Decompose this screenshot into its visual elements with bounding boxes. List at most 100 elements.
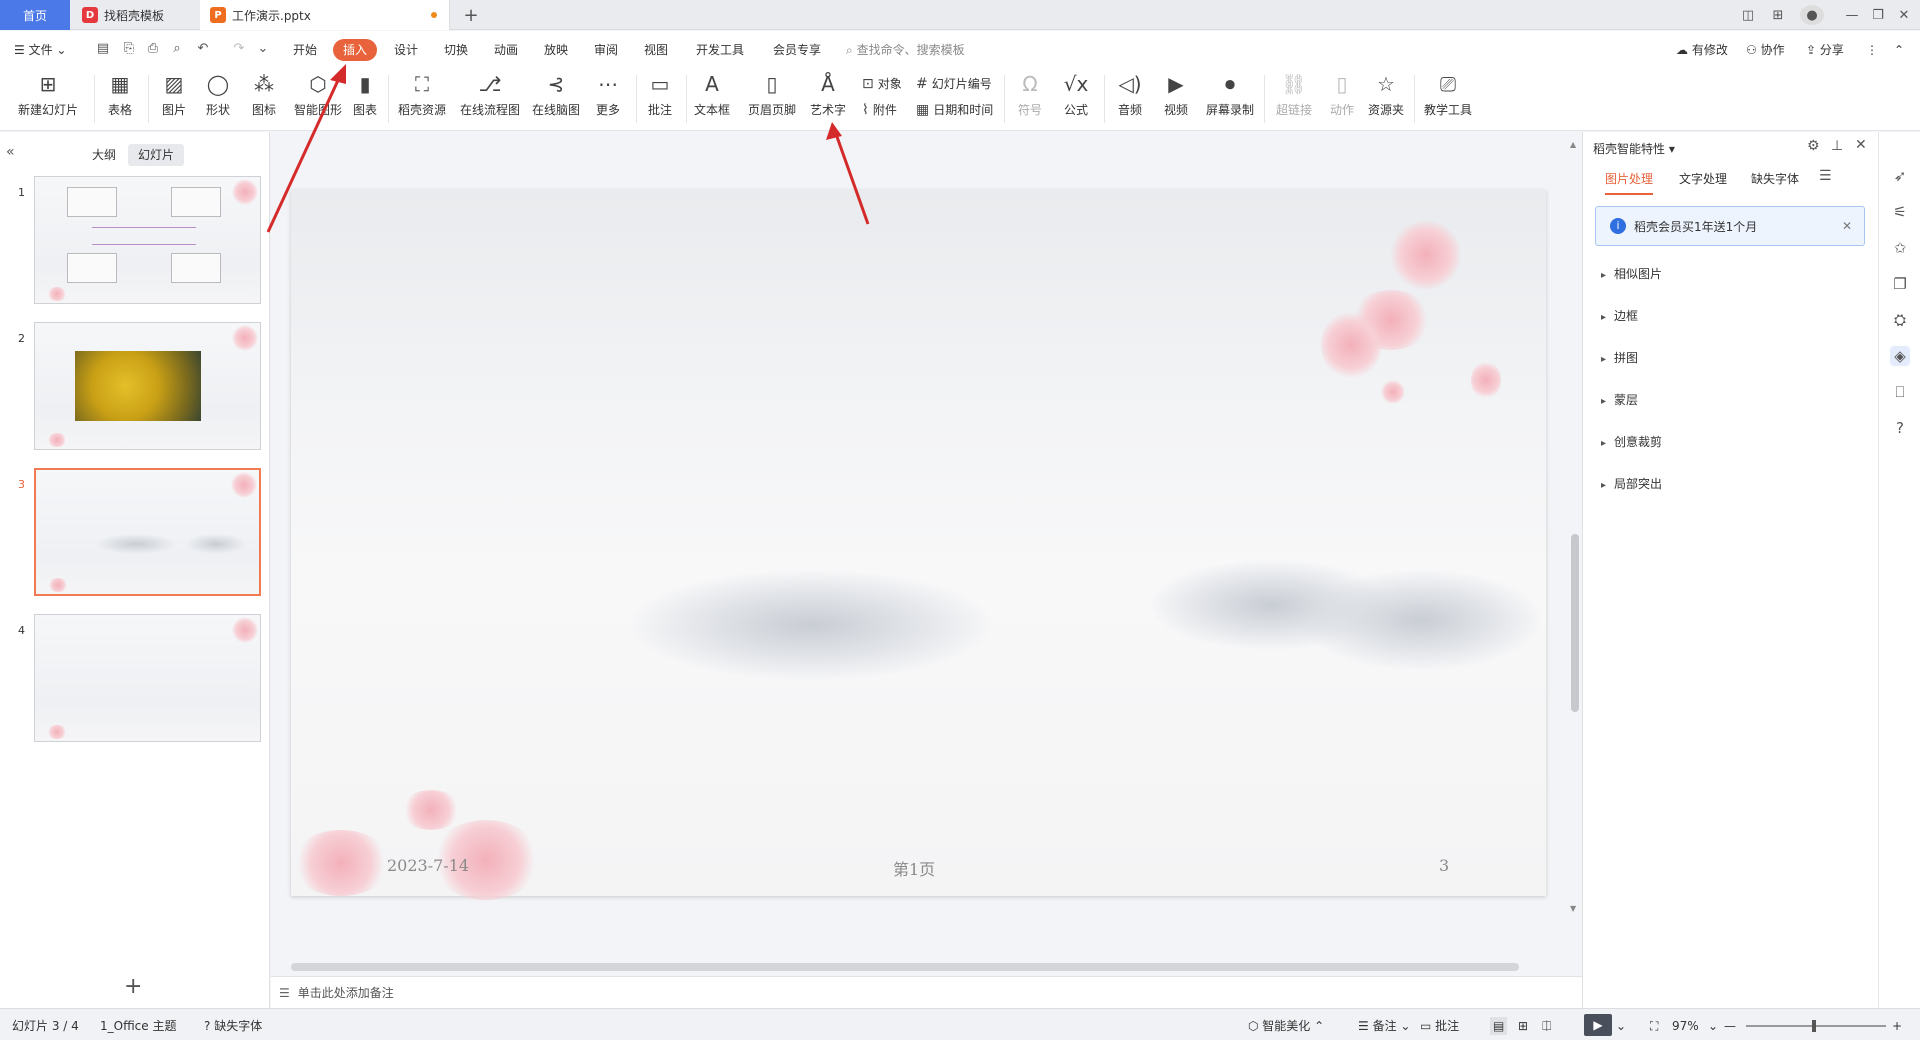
close-banner-icon[interactable]: ✕ [1842,219,1852,233]
tab-slides[interactable]: 幻灯片 [128,144,185,166]
theme-name[interactable]: 1_Office 主题 [100,1017,176,1035]
layout-icon[interactable]: ◫ [1736,5,1760,25]
comment-button[interactable]: ▭ 批注 [642,71,678,118]
book-icon[interactable]: ⎕ [1890,382,1910,402]
local-highlight-item[interactable]: 局部突出 [1601,475,1662,492]
reading-view-icon[interactable]: ⎅ [1542,1017,1552,1035]
fit-window-icon[interactable]: ⛶ [1650,1017,1658,1035]
restore-icon[interactable]: ❐ [1866,5,1890,25]
more-menu-icon[interactable]: ⋮ [1866,39,1878,61]
zoom-in-button[interactable]: + [1892,1017,1902,1035]
online-flowchart-button[interactable]: ⎇ 在线流程图 [458,71,522,118]
docer-resource-button[interactable]: ⛶ 稻壳资源 [396,71,448,118]
redo-icon[interactable]: ↷ [230,40,248,58]
print-icon[interactable]: ⎙ [144,40,162,58]
slide-sorter-icon[interactable]: ⊞ [1518,1017,1528,1035]
close-panel-icon[interactable]: ✕ [1855,137,1867,153]
creative-crop-item[interactable]: 创意裁剪 [1601,433,1662,450]
file-menu[interactable]: ☰ 文件 ⌄ [14,39,78,61]
formula-button[interactable]: √x 公式 [1058,71,1094,118]
menu-animation[interactable]: 动画 [488,39,524,61]
rocket-icon[interactable]: ➶ [1890,166,1910,186]
teaching-tools-button[interactable]: ⎚ 教学工具 [1422,71,1474,118]
wordart-button[interactable]: Å 艺术字 [806,71,850,118]
similar-images-item[interactable]: 相似图片 [1601,265,1662,282]
tab-template[interactable]: D 找稻壳模板 [72,0,198,30]
border-item[interactable]: 边框 [1601,307,1638,324]
zoom-slider[interactable] [1746,1025,1886,1027]
zoom-slider-thumb[interactable] [1812,1020,1816,1032]
action-button[interactable]: ▯ 动作 [1324,71,1360,118]
share-button[interactable]: ⇪ 分享 [1806,39,1844,61]
menu-view[interactable]: 视图 [638,39,674,61]
audio-button[interactable]: ◁) 音频 [1112,71,1148,118]
copy-icon[interactable]: ❐ [1890,274,1910,294]
export-pdf-icon[interactable]: ⎘ [120,40,138,58]
pin-icon[interactable]: ⊥ [1831,138,1843,154]
tab-outline[interactable]: 大纲 [82,144,126,166]
zoom-level[interactable]: 97% [1672,1017,1699,1035]
tab-document[interactable]: P 工作演示.pptx [200,0,450,30]
collage-item[interactable]: 拼图 [1601,349,1638,366]
smart-graphic-button[interactable]: ⬡ 智能图形 [292,71,344,118]
menu-member[interactable]: 会员专享 [766,39,828,61]
symbol-button[interactable]: Ω 符号 [1012,71,1048,118]
online-mindmap-button[interactable]: ⊰ 在线脑图 [530,71,582,118]
zoom-options-icon[interactable]: ⌄ [1708,1017,1718,1035]
slide-thumbnail[interactable] [34,322,261,450]
play-options-icon[interactable]: ⌄ [1616,1017,1626,1035]
undo-icon[interactable]: ↶ [194,40,212,58]
smart-beautify-button[interactable]: ⬡ 智能美化 ⌃ [1248,1017,1324,1035]
current-slide[interactable]: 2023-7-14 第1页 3 [291,190,1546,900]
slide-thumbnail[interactable] [34,614,261,742]
hyperlink-button[interactable]: ⛓ 超链接 [1272,71,1316,118]
minimize-icon[interactable]: — [1840,5,1864,25]
image-tools-icon[interactable]: ⛭ [1890,310,1910,330]
has-changes-button[interactable]: ☁ 有修改 [1676,39,1728,61]
collaborate-button[interactable]: ⚇ 协作 [1746,39,1785,61]
horizontal-scroll-thumb[interactable] [291,963,1519,971]
menu-slideshow[interactable]: 放映 [538,39,574,61]
slide-number-button[interactable]: # 幻灯片编号 [916,75,992,92]
comments-button[interactable]: ▭ 批注 [1420,1017,1459,1035]
menu-developer[interactable]: 开发工具 [690,39,750,61]
resource-folder-button[interactable]: ☆ 资源夹 [1364,71,1408,118]
menu-start[interactable]: 开始 [285,39,325,61]
notes-button[interactable]: ☰ 备注 ⌄ [1358,1017,1410,1035]
menu-design[interactable]: 设计 [388,39,424,61]
scroll-up-icon[interactable]: ▲ [1570,140,1576,149]
attachment-button[interactable]: ⌇ 附件 [862,101,897,118]
menu-insert[interactable]: 插入 [333,39,378,61]
slide-thumbnail-selected[interactable] [34,468,261,596]
tab-image-processing[interactable]: 图片处理 [1605,170,1654,195]
star-icon[interactable]: ✩ [1890,238,1910,258]
icon-button[interactable]: ⁂ 图标 [246,71,282,118]
mask-item[interactable]: 蒙层 [1601,391,1638,408]
command-search[interactable]: ⌕ 查找命令、搜索模板 [846,39,1016,61]
vertical-scroll-thumb[interactable] [1571,534,1579,712]
picture-button[interactable]: ▨ 图片 [156,71,192,118]
notes-bar[interactable]: ☰ 单击此处添加备注 [271,976,1582,1008]
table-button[interactable]: ▦ 表格 [102,71,138,118]
slide-date[interactable]: 2023-7-14 [387,856,469,875]
chart-button[interactable]: ▮ 图表 [350,71,380,118]
adjust-icon[interactable]: ⚟ [1890,202,1910,222]
header-footer-button[interactable]: ▯ 页眉页脚 [744,71,800,118]
video-button[interactable]: ▶ 视频 [1158,71,1194,118]
tab-home[interactable]: 首页 [0,0,70,30]
slide-page-label[interactable]: 第1页 [893,856,935,880]
normal-view-icon[interactable]: ▤ [1490,1017,1508,1035]
menu-review[interactable]: 审阅 [588,39,624,61]
grid-icon[interactable]: ⊞ [1766,5,1790,25]
screen-record-button[interactable]: ⏺ 屏幕录制 [1204,71,1256,118]
close-window-icon[interactable]: ✕ [1892,5,1916,25]
list-menu-icon[interactable]: ☰ [1819,168,1832,184]
help-icon[interactable]: ? [1890,418,1910,438]
customize-quick-access-icon[interactable]: ⌄ [254,40,272,58]
new-slide-button[interactable]: ⊞ 新建幻灯片 [12,71,84,118]
collapse-ribbon-icon[interactable]: ⌃ [1894,39,1904,61]
missing-font-status[interactable]: ? 缺失字体 [204,1017,262,1035]
horizontal-scrollbar[interactable] [271,960,1568,974]
menu-transition[interactable]: 切换 [438,39,474,61]
tab-text-processing[interactable]: 文字处理 [1679,170,1727,187]
